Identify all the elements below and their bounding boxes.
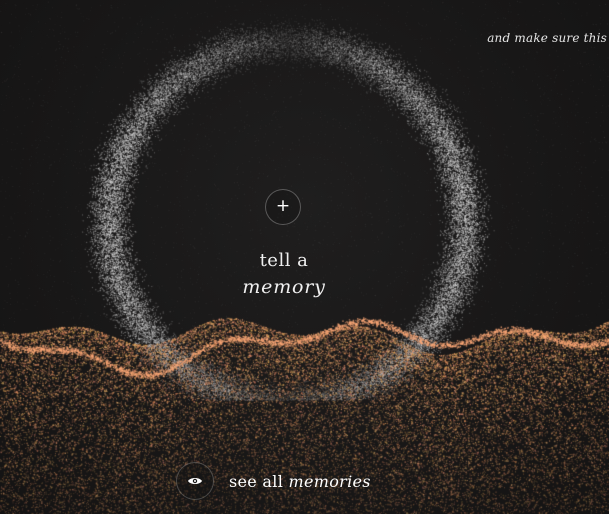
see-all-prefix: see all [229,471,284,491]
tell-memory-prompt[interactable]: tell a memory [184,249,384,301]
eye-button[interactable] [176,462,214,500]
see-all-label: see all memories [229,472,371,491]
prompt-line-2: memory [242,276,326,298]
tagline-text: and make sure this [487,31,607,45]
plus-icon: + [275,196,291,216]
memory-scene: and make sure this + tell a memory see a… [0,0,609,514]
eye-icon [188,478,202,484]
add-memory-button[interactable]: + [265,189,301,225]
see-all-memories-link[interactable]: see all memories [176,462,371,500]
see-all-emphasis: memories [288,471,371,491]
prompt-line-1: tell a [259,250,309,271]
